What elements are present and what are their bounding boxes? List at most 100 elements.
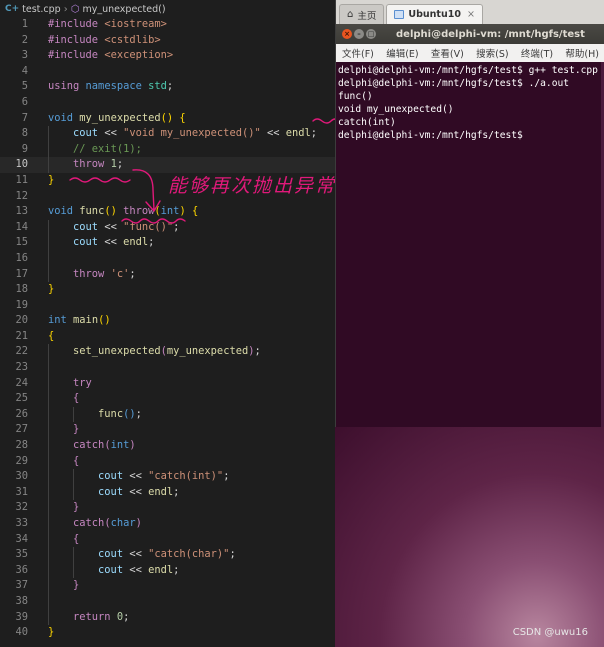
code-line[interactable]: 7 void my_unexpected() { bbox=[0, 111, 335, 127]
code-line[interactable]: 35 cout << "catch(char)"; bbox=[0, 547, 335, 563]
code-line[interactable]: 36 cout << endl; bbox=[0, 562, 335, 579]
code-text: void my_unexpected() { bbox=[48, 111, 186, 124]
menu-edit[interactable]: 编辑(E) bbox=[386, 46, 418, 60]
breadcrumb-file[interactable]: test.cpp bbox=[22, 4, 61, 15]
code-text: void func() throw(int) { bbox=[48, 205, 199, 218]
code-line[interactable]: 5 using namespace std; bbox=[0, 79, 335, 95]
code-text: catch(char) bbox=[73, 517, 142, 529]
code-line[interactable]: 31 cout << endl; bbox=[0, 484, 335, 501]
line-number: 16 bbox=[15, 251, 28, 264]
code-line[interactable]: 29 { bbox=[0, 453, 335, 470]
code-line[interactable]: 40} bbox=[0, 625, 335, 641]
code-line[interactable]: 14 cout << "func()"; bbox=[0, 219, 335, 236]
code-text: { bbox=[73, 454, 80, 467]
chevron-right-icon: › bbox=[63, 3, 68, 15]
tab-home[interactable]: ⌂ 主页 bbox=[339, 4, 385, 24]
cpp-file-icon: C+ bbox=[5, 4, 20, 14]
code-line[interactable]: 39 return 0; bbox=[0, 609, 335, 626]
code-line[interactable]: 11} bbox=[0, 173, 335, 189]
line-number: 4 bbox=[21, 64, 28, 77]
code-line[interactable]: 3 #include <exception> bbox=[0, 48, 335, 64]
menu-view[interactable]: 查看(V) bbox=[431, 46, 464, 60]
code-lines[interactable]: 1 #include <iostream> 2 #include <cstdlib> 3… bbox=[0, 17, 335, 641]
code-text: cout << endl; bbox=[98, 563, 180, 576]
code-editor[interactable]: C+ test.cpp › ⬡ my_unexpected() 1 #includ… bbox=[0, 0, 335, 647]
terminal-line: delphi@delphi-vm:/mnt/hgfs/test$ bbox=[338, 130, 523, 141]
line-number: 11 bbox=[15, 173, 28, 186]
line-number: 3 bbox=[21, 49, 28, 62]
close-tab-icon[interactable]: × bbox=[467, 9, 475, 20]
code-line[interactable]: 24 try bbox=[0, 375, 335, 392]
code-line[interactable]: 37 } bbox=[0, 578, 335, 594]
indent-guide bbox=[48, 360, 49, 376]
code-line[interactable]: 28 catch(int) bbox=[0, 438, 335, 454]
home-icon: ⌂ bbox=[347, 9, 354, 20]
menu-terminal[interactable]: 终端(T) bbox=[521, 46, 553, 60]
code-text: catch(int) bbox=[73, 439, 136, 452]
breadcrumb-symbol[interactable]: my_unexpected() bbox=[82, 4, 165, 15]
line-number: 18 bbox=[15, 283, 28, 296]
terminal-line: catch(int) bbox=[338, 117, 396, 128]
code-text: } bbox=[73, 423, 80, 436]
code-line[interactable]: 23 bbox=[0, 360, 335, 376]
code-line[interactable]: 38 bbox=[0, 593, 335, 610]
code-line[interactable]: 1 #include <iostream> bbox=[0, 17, 335, 33]
code-line[interactable]: 25 { bbox=[0, 391, 335, 407]
window-minimize-button[interactable]: – bbox=[354, 29, 364, 39]
terminal-line: void my_unexpected() bbox=[338, 104, 454, 115]
window-maximize-button[interactable]: □ bbox=[366, 29, 376, 39]
code-line[interactable]: 12 bbox=[0, 189, 335, 205]
code-line[interactable]: 20 int main() bbox=[0, 313, 335, 329]
terminal-line: delphi@delphi-vm:/mnt/hgfs/test$ ./a.out bbox=[338, 78, 570, 89]
line-number: 25 bbox=[15, 392, 28, 405]
code-line[interactable]: 6 bbox=[0, 95, 335, 111]
code-text: return 0; bbox=[73, 610, 130, 623]
terminal-title: delphi@delphi-vm: /mnt/hgfs/test bbox=[396, 28, 585, 40]
window-close-button[interactable]: × bbox=[342, 29, 352, 39]
line-number: 10 bbox=[15, 158, 28, 171]
code-line[interactable]: 30 cout << "catch(int)"; bbox=[0, 469, 335, 485]
code-line[interactable]: 27 } bbox=[0, 422, 335, 439]
code-line[interactable]: 19 bbox=[0, 298, 335, 314]
vm-icon bbox=[394, 10, 405, 19]
menu-file[interactable]: 文件(F) bbox=[342, 46, 374, 60]
code-line[interactable]: 18} bbox=[0, 282, 335, 298]
menu-help[interactable]: 帮助(H) bbox=[565, 46, 599, 60]
terminal-output[interactable]: delphi@delphi-vm:/mnt/hgfs/test$ g++ tes… bbox=[338, 64, 603, 142]
code-text: using namespace std; bbox=[48, 80, 174, 93]
terminal-line: delphi@delphi-vm:/mnt/hgfs/test$ g++ tes… bbox=[338, 65, 598, 76]
code-line[interactable]: 22 set_unexpected(my_unexpected); bbox=[0, 344, 335, 361]
ubuntu-desktop-background: CSDN @uwu16 bbox=[335, 427, 604, 647]
line-number: 5 bbox=[21, 80, 28, 93]
line-number: 14 bbox=[15, 220, 28, 233]
code-line[interactable]: 8 cout << "void my_unexpected()" << endl… bbox=[0, 126, 335, 142]
code-line[interactable]: 33 catch(char) bbox=[0, 516, 335, 532]
menu-search[interactable]: 搜索(S) bbox=[476, 46, 508, 60]
code-text: } bbox=[48, 626, 55, 639]
line-number: 38 bbox=[15, 594, 28, 607]
line-number: 36 bbox=[15, 563, 28, 576]
code-line[interactable]: 16 bbox=[0, 250, 335, 267]
code-line[interactable]: 17 throw 'c'; bbox=[0, 266, 335, 283]
terminal-menubar: 文件(F) 编辑(E) 查看(V) 搜索(S) 终端(T) 帮助(H) bbox=[336, 44, 604, 62]
tab-ubuntu10-label: Ubuntu10 bbox=[408, 9, 461, 20]
line-number: 15 bbox=[15, 236, 28, 249]
line-number: 28 bbox=[15, 439, 28, 452]
code-line[interactable]: 32 } bbox=[0, 500, 335, 516]
code-line[interactable]: 2 #include <cstdlib> bbox=[0, 33, 335, 49]
code-line[interactable]: 15 cout << endl; bbox=[0, 235, 335, 251]
code-line[interactable]: 34 { bbox=[0, 531, 335, 548]
code-text: set_unexpected(my_unexpected); bbox=[73, 345, 261, 358]
line-number: 40 bbox=[15, 626, 28, 639]
code-line[interactable]: 13 void func() throw(int) { bbox=[0, 204, 335, 220]
terminal-titlebar[interactable]: × – □ delphi@delphi-vm: /mnt/hgfs/test bbox=[336, 24, 604, 44]
code-line[interactable]: 10 throw 1; bbox=[0, 157, 335, 173]
line-number: 13 bbox=[15, 205, 28, 218]
code-line[interactable]: 26 func(); bbox=[0, 406, 335, 423]
code-line[interactable]: 21 { bbox=[0, 329, 335, 345]
terminal-window[interactable]: ⌂ 主页 Ubuntu10 × × – □ delphi@delphi-vm: … bbox=[335, 0, 604, 427]
line-number: 26 bbox=[15, 407, 28, 420]
code-line[interactable]: 9 // exit(1); bbox=[0, 141, 335, 158]
tab-ubuntu10[interactable]: Ubuntu10 × bbox=[386, 4, 483, 24]
code-line[interactable]: 4 bbox=[0, 64, 335, 80]
